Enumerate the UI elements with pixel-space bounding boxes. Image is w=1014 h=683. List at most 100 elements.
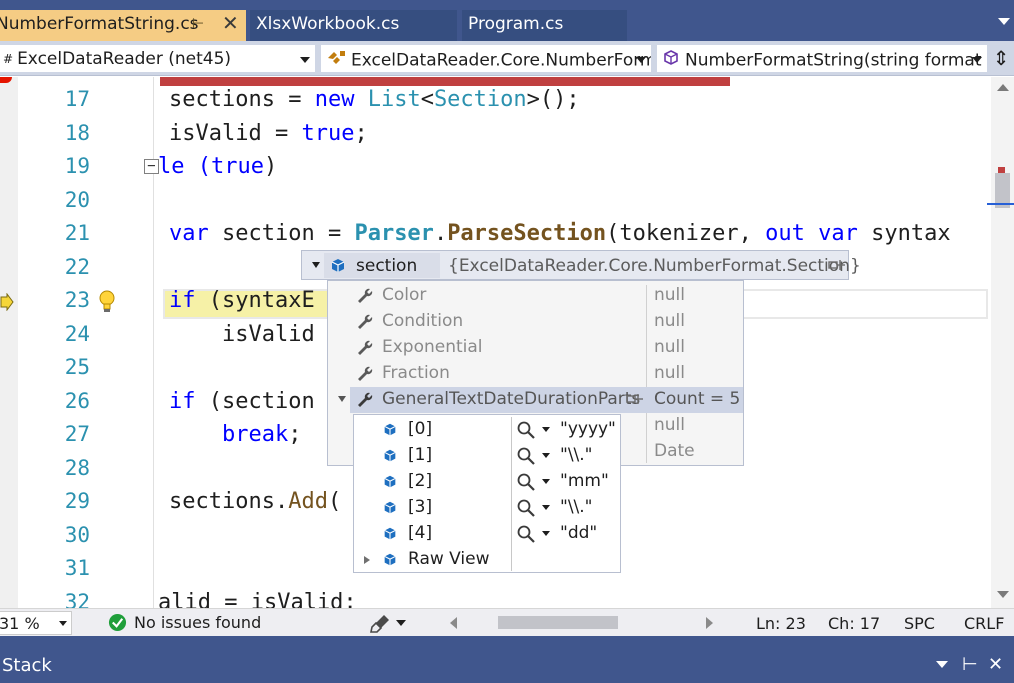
scroll-right-icon[interactable]	[706, 617, 713, 629]
tab-label: Program.cs	[468, 14, 564, 34]
property-name: Fraction	[382, 363, 450, 383]
line-number: 23	[64, 288, 90, 312]
tool-window-title: Stack	[2, 655, 52, 676]
expand-triangle-icon[interactable]	[364, 556, 370, 564]
close-icon[interactable]: ✕	[988, 654, 1003, 675]
property-name: Condition	[382, 311, 464, 331]
property-row-selected[interactable]: GeneralTextDateDurationParts Count = 5	[328, 387, 743, 413]
code-line-32: alid = isValid;	[158, 590, 357, 608]
collection-item[interactable]: [2] "mm"	[354, 469, 620, 495]
property-name: Exponential	[382, 337, 483, 357]
chevron-down-icon[interactable]	[542, 531, 550, 536]
code-token: ;	[354, 121, 368, 146]
line-ending-indicator[interactable]: CRLF	[964, 614, 1004, 633]
split-window-icon[interactable]: ⇕	[990, 47, 1012, 71]
property-row[interactable]: Exponential null	[328, 335, 743, 361]
line-number: 22	[64, 255, 90, 279]
code-keyword: break	[221, 422, 289, 447]
collection-item[interactable]: [1] "\\."	[354, 443, 620, 469]
code-line-23: if (syntaxE	[169, 288, 315, 313]
magnifier-icon[interactable]	[516, 524, 536, 544]
pin-icon[interactable]	[626, 393, 644, 405]
chevron-down-icon	[59, 621, 67, 626]
property-row[interactable]: Fraction null	[328, 361, 743, 387]
datatip-variable-value[interactable]: {ExcelDataReader.Core.NumberFormat.Secti…	[448, 256, 861, 276]
breakpoint-icon[interactable]	[0, 77, 12, 83]
scroll-left-icon[interactable]	[450, 617, 457, 629]
property-value: null	[654, 285, 685, 305]
property-row[interactable]: Condition null	[328, 309, 743, 335]
zoom-dropdown[interactable]: 31 %	[0, 611, 72, 635]
tab-numberformatstring[interactable]: NumberFormatString.cs ⊢ ✕	[0, 10, 246, 41]
item-index: [1]	[408, 445, 433, 465]
cube-icon	[384, 475, 396, 488]
chevron-down-icon[interactable]	[396, 620, 406, 626]
line-number: 26	[64, 389, 90, 413]
csharp-project-icon: #	[3, 52, 14, 66]
horizontal-scroll-thumb[interactable]	[498, 616, 618, 629]
column-indicator[interactable]: Ch: 17	[828, 614, 880, 633]
chevron-down-icon[interactable]	[542, 453, 550, 458]
magnifier-icon[interactable]	[516, 498, 536, 518]
collapse-triangle-icon[interactable]	[312, 262, 320, 268]
vertical-scrollbar[interactable]	[987, 77, 1014, 608]
item-index: [3]	[408, 497, 433, 517]
code-type: Parser	[354, 221, 434, 246]
property-value: null	[654, 363, 685, 383]
document-tab-strip: NumberFormatString.cs ⊢ ✕ XlsxWorkbook.c…	[0, 0, 1014, 41]
pin-icon[interactable]: ⊢	[192, 16, 204, 32]
indent-guide	[153, 77, 154, 608]
check-circle-icon	[108, 613, 127, 632]
wrench-icon	[358, 366, 373, 381]
chevron-down-icon[interactable]	[542, 505, 550, 510]
chevron-down-icon[interactable]	[542, 479, 550, 484]
scroll-up-icon[interactable]	[997, 84, 1009, 91]
collection-item[interactable]: [3] "\\."	[354, 495, 620, 521]
spacing-indicator[interactable]: SPC	[904, 614, 935, 633]
pin-icon[interactable]: ⊢	[962, 654, 978, 675]
line-indicator[interactable]: Ln: 23	[756, 614, 806, 633]
type-dropdown[interactable]: ExcelDataReader.Core.NumberForm	[320, 44, 652, 73]
datatip-header[interactable]: section {ExcelDataReader.Core.NumberForm…	[301, 250, 861, 280]
collection-item[interactable]: [0] "yyyy"	[354, 417, 620, 443]
code-token: (section	[195, 389, 315, 414]
chevron-down-icon[interactable]	[936, 661, 948, 668]
line-number: 21	[64, 221, 90, 245]
magnifier-icon[interactable]	[516, 446, 536, 466]
magnifier-icon[interactable]	[516, 472, 536, 492]
caret-scroll-marker	[987, 203, 1014, 205]
raw-view-row[interactable]: Raw View	[354, 547, 620, 573]
tab-program[interactable]: Program.cs	[462, 10, 627, 41]
cube-icon	[384, 501, 396, 514]
member-dropdown[interactable]: NumberFormatString(string format	[656, 44, 988, 73]
project-dropdown[interactable]: # ExcelDataReader (net45)	[0, 44, 316, 73]
tab-overflow-chevron-icon[interactable]	[998, 18, 1010, 25]
collection-item[interactable]: [4] "dd"	[354, 521, 620, 547]
line-number: 25	[64, 355, 90, 379]
line-number: 28	[64, 456, 90, 480]
tab-xlsxworkbook[interactable]: XlsxWorkbook.cs	[250, 10, 457, 41]
pin-icon[interactable]	[828, 259, 846, 271]
line-number: 32	[64, 590, 90, 608]
property-value: null	[654, 337, 685, 357]
datatip-variable-name: section	[356, 256, 418, 276]
property-row[interactable]: Color null	[328, 283, 743, 309]
execution-pointer-icon	[0, 293, 14, 311]
lightbulb-icon[interactable]	[96, 289, 118, 315]
chevron-down-icon[interactable]	[542, 427, 550, 432]
brush-icon[interactable]	[370, 613, 392, 633]
close-icon[interactable]: ✕	[222, 11, 239, 35]
scroll-down-icon[interactable]	[997, 591, 1009, 598]
cube-icon	[384, 527, 396, 540]
indicator-margin[interactable]	[0, 77, 18, 608]
line-number: 18	[64, 121, 90, 145]
magnifier-icon[interactable]	[516, 420, 536, 440]
code-keyword: le (	[158, 154, 211, 179]
property-value: Date	[654, 441, 695, 461]
navigation-bar: # ExcelDataReader (net45) ExcelDataReader…	[0, 41, 1014, 76]
item-value: "mm"	[560, 471, 609, 491]
expand-triangle-icon[interactable]	[338, 396, 346, 402]
code-keyword: var	[818, 221, 858, 246]
